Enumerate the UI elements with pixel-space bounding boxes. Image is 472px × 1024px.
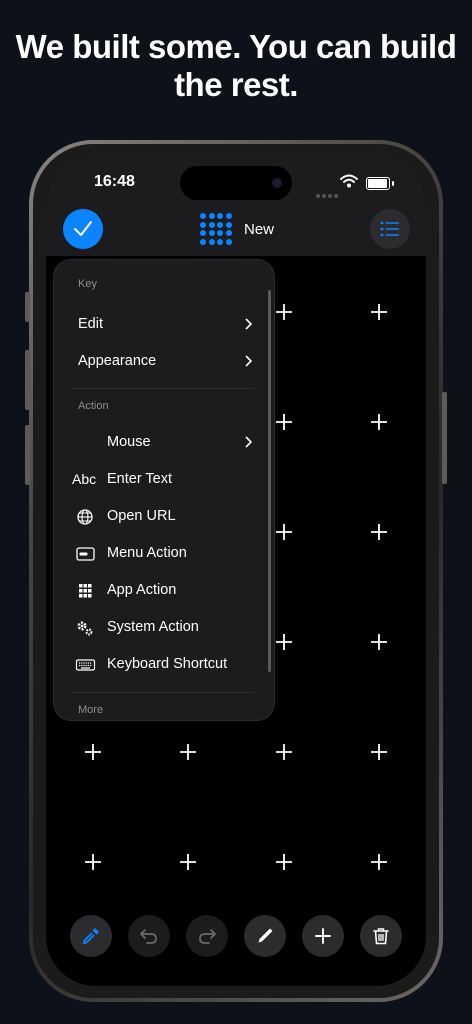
battery-icon: [366, 177, 390, 190]
menu-divider: [72, 388, 254, 389]
menu-item-mouse[interactable]: Mouse: [54, 424, 264, 461]
chevron-right-icon: [245, 436, 253, 448]
add-key-plus-icon[interactable]: [273, 411, 295, 433]
add-key-plus-icon[interactable]: [368, 521, 390, 543]
camera-lens: [272, 178, 282, 188]
layout-title-text: New: [244, 220, 275, 238]
menu-item-label: System Action: [107, 619, 199, 635]
menu-item-system-action[interactable]: System Action: [54, 609, 264, 646]
menu-item-label: Appearance: [78, 353, 157, 369]
add-key-plus-icon[interactable]: [273, 741, 295, 763]
pencil-icon: [258, 928, 273, 943]
volume-up-button: [25, 350, 30, 410]
add-key-plus-icon[interactable]: [82, 851, 104, 873]
volume-down-button: [25, 425, 30, 485]
abc-text-icon: Abc: [72, 471, 97, 487]
phone-screen: 16:48 New Key Edit Appearance Action Mou…: [46, 156, 426, 986]
menu-item-label: Menu Action: [107, 545, 187, 561]
list-button[interactable]: [370, 209, 410, 249]
add-key-plus-icon[interactable]: [368, 741, 390, 763]
add-button[interactable]: [302, 915, 344, 957]
add-key-plus-icon[interactable]: [273, 631, 295, 653]
power-button: [442, 392, 447, 484]
headline-line-2: the rest.: [174, 66, 298, 103]
menu-item-edit[interactable]: Edit: [54, 306, 264, 343]
add-key-plus-icon[interactable]: [82, 741, 104, 763]
add-key-plus-icon[interactable]: [273, 521, 295, 543]
grid-dots-icon: [200, 213, 232, 245]
keyboard-icon: [75, 659, 96, 671]
app-grid-icon: [79, 584, 92, 598]
status-time: 16:48: [94, 173, 135, 190]
battery-tip: [392, 181, 394, 186]
edit-button[interactable]: [244, 915, 286, 957]
menu-item-menu-action[interactable]: Menu Action: [54, 535, 264, 572]
trash-icon: [373, 928, 389, 945]
layout-title[interactable]: New: [200, 212, 274, 246]
delete-button[interactable]: [360, 915, 402, 957]
add-key-plus-icon[interactable]: [273, 851, 295, 873]
chevron-right-icon: [245, 355, 253, 367]
menubar-icon: [76, 547, 95, 561]
headline-line-1: We built some. You can build: [15, 28, 457, 65]
menu-divider: [72, 692, 254, 693]
menu-scrollbar[interactable]: [268, 290, 271, 672]
menu-section-action: Action: [78, 400, 109, 412]
undo-icon: [140, 929, 157, 944]
menu-item-label: Open URL: [107, 508, 176, 524]
menu-item-open-url[interactable]: Open URL: [54, 498, 264, 535]
context-menu: Key Edit Appearance Action Mouse Abc Ent…: [53, 259, 275, 721]
globe-icon: [77, 509, 93, 525]
eyedropper-button[interactable]: [70, 915, 112, 957]
menu-item-label: App Action: [107, 582, 177, 598]
chevron-right-icon: [245, 318, 253, 330]
menu-section-key: Key: [78, 278, 97, 290]
menu-section-more: More: [78, 704, 104, 716]
wifi-icon: [340, 174, 358, 188]
add-key-plus-icon[interactable]: [273, 301, 295, 323]
add-key-plus-icon[interactable]: [368, 411, 390, 433]
add-key-plus-icon[interactable]: [368, 301, 390, 323]
cellular-signal-icon: [316, 185, 340, 203]
menu-item-app-action[interactable]: App Action: [54, 572, 264, 609]
checkmark-icon: [74, 221, 92, 236]
add-key-plus-icon[interactable]: [368, 631, 390, 653]
menu-item-label: Keyboard Shortcut: [107, 656, 228, 672]
redo-button[interactable]: [186, 915, 228, 957]
menu-item-keyboard-shortcut[interactable]: Keyboard Shortcut: [54, 646, 264, 683]
menu-item-label: Mouse: [107, 434, 151, 450]
menu-item-enter-text[interactable]: Abc Enter Text: [54, 461, 264, 498]
silent-switch: [25, 292, 30, 322]
menu-item-appearance[interactable]: Appearance: [54, 343, 264, 380]
done-button[interactable]: [63, 209, 103, 249]
undo-button[interactable]: [128, 915, 170, 957]
add-key-plus-icon[interactable]: [177, 851, 199, 873]
gears-icon: [77, 621, 93, 636]
redo-icon: [199, 929, 216, 944]
menu-item-label: Edit: [78, 316, 103, 332]
plus-icon: [315, 928, 331, 944]
headline: We built some. You can build the rest.: [0, 28, 472, 104]
menu-item-label: Enter Text: [107, 471, 173, 487]
add-key-plus-icon[interactable]: [368, 851, 390, 873]
list-icon: [380, 221, 399, 237]
add-key-plus-icon[interactable]: [177, 741, 199, 763]
eyedropper-icon: [82, 928, 99, 945]
